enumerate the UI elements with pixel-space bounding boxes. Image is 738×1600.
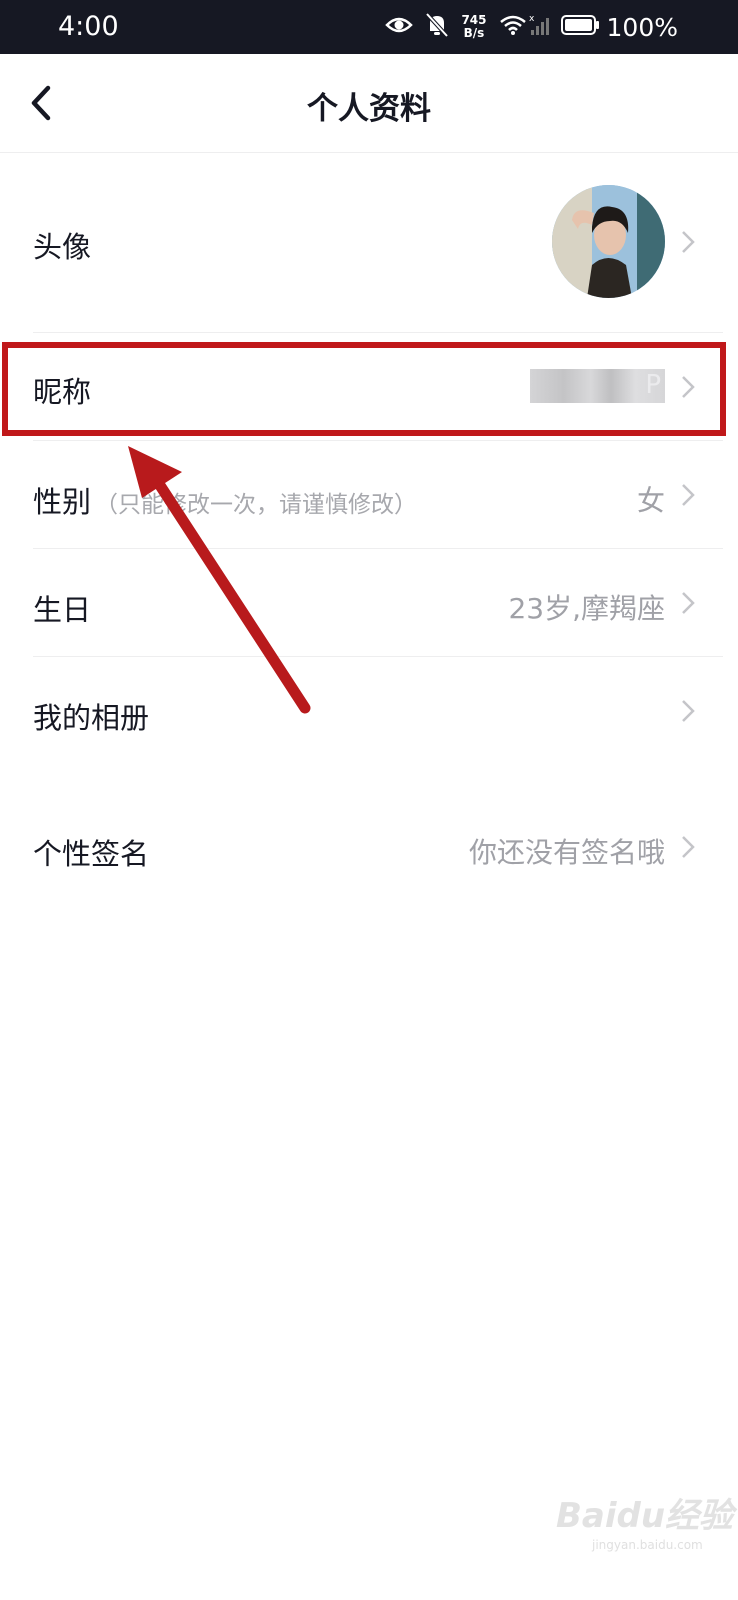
chevron-right-icon	[682, 592, 695, 614]
signature-label: 个性签名	[33, 837, 150, 871]
chevron-right-icon	[682, 836, 695, 858]
birthday-label: 生日	[33, 593, 92, 627]
status-bar: 4:00 745 B/s x 100%	[0, 0, 738, 54]
avatar	[552, 185, 665, 298]
nav-bar: 个人资料	[0, 54, 738, 153]
wifi-icon	[499, 14, 527, 40]
gender-label-text: 性别	[33, 485, 92, 519]
chevron-right-icon	[682, 700, 695, 722]
signature-row[interactable]: 个性签名 你还没有签名哦	[33, 795, 723, 902]
net-speed: 745 B/s	[461, 14, 486, 40]
gender-label: 性别 （只能修改一次，请谨慎修改）	[33, 479, 417, 521]
birthday-value: 23岁,摩羯座	[508, 592, 665, 625]
eye-icon	[385, 15, 414, 39]
svg-text:x: x	[529, 14, 535, 24]
signal-icon: x	[529, 13, 549, 41]
album-row[interactable]: 我的相册	[33, 657, 723, 764]
chevron-right-icon	[682, 484, 695, 506]
battery-icon	[560, 14, 601, 40]
page-title: 个人资料	[307, 91, 431, 127]
chevron-right-icon	[682, 231, 695, 253]
watermark: Baidu经验	[556, 1496, 734, 1536]
signature-value: 你还没有签名哦	[468, 836, 665, 869]
bell-off-icon	[425, 12, 449, 42]
battery-percent: 100%	[606, 12, 678, 42]
highlight-box	[2, 342, 726, 436]
status-time: 4:00	[58, 11, 119, 42]
gender-value: 女	[636, 484, 665, 517]
gender-hint: （只能修改一次，请谨慎修改）	[95, 492, 418, 518]
watermark-sub: jingyan.baidu.com	[592, 1538, 703, 1552]
net-speed-unit: B/s	[463, 26, 485, 40]
avatar-row[interactable]: 头像	[33, 152, 723, 333]
album-label: 我的相册	[33, 701, 150, 735]
status-icons: 745 B/s x 100%	[373, 10, 678, 44]
birthday-row[interactable]: 生日 23岁,摩羯座	[33, 549, 723, 657]
gender-row[interactable]: 性别 （只能修改一次，请谨慎修改） 女	[33, 441, 723, 549]
avatar-label: 头像	[33, 230, 92, 264]
